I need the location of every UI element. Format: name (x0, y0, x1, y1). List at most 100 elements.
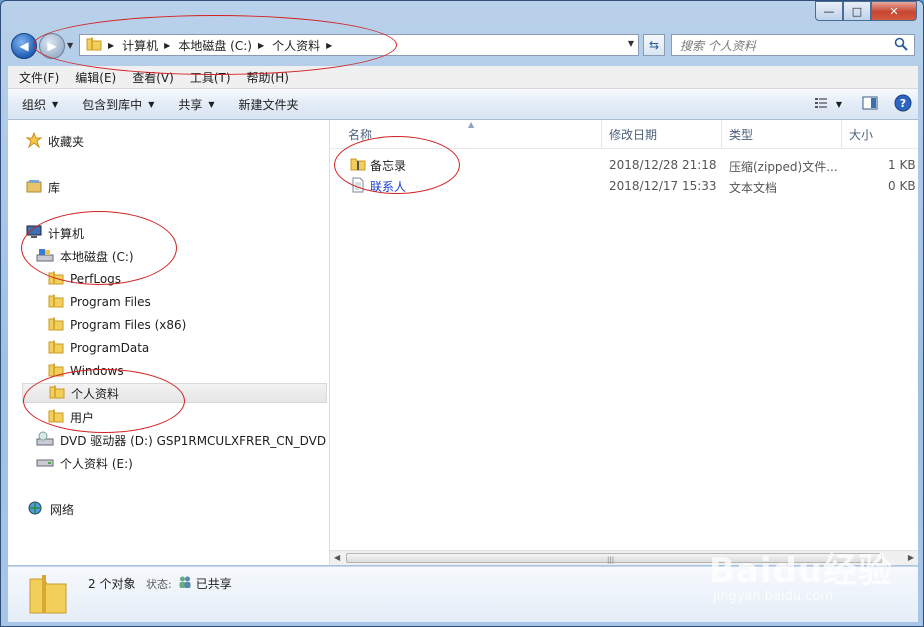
folder-label: 个人资料 (71, 386, 120, 401)
folder-icon (48, 317, 64, 334)
network-icon (26, 500, 44, 519)
breadcrumb-local-disk[interactable]: 本地磁盘 (C:) (178, 37, 252, 54)
tree-item-folder[interactable]: 用户 (48, 407, 94, 427)
folder-label: Program Files (70, 295, 151, 309)
file-name: 备忘录 (370, 159, 407, 173)
caption-buttons: — □ ✕ (815, 1, 917, 21)
include-library-label: 包含到库中 (82, 97, 143, 112)
tree-item-drive-e[interactable]: 个人资料 (E:) (36, 453, 133, 473)
organize-button[interactable]: 组织 ▼ (22, 96, 58, 113)
file-row[interactable]: 联系人 2018/12/17 15:33 文本文档 0 KB (330, 175, 918, 195)
search-input[interactable]: 搜索 个人资料 (680, 37, 894, 54)
command-bar: 组织 ▼ 包含到库中 ▼ 共享 ▼ 新建文件夹 ▼ ? (8, 89, 918, 120)
tree-item-computer[interactable]: 计算机 (26, 223, 84, 243)
chevron-right-icon[interactable]: ▶ (258, 41, 264, 50)
column-divider[interactable] (601, 120, 602, 148)
search-icon[interactable] (894, 37, 908, 54)
view-options-icon[interactable] (814, 96, 830, 113)
column-divider[interactable] (841, 120, 842, 148)
drive-e-label: 个人资料 (E:) (60, 456, 133, 471)
favorites-label: 收藏夹 (48, 134, 85, 149)
file-name-cell[interactable]: 备忘录 (350, 156, 406, 175)
new-folder-label: 新建文件夹 (238, 97, 299, 112)
address-bar[interactable]: ▶ 计算机 ▶ 本地磁盘 (C:) ▶ 个人资料 ▶ ▼ (79, 34, 639, 56)
tree-item-favorites[interactable]: 收藏夹 (25, 131, 85, 151)
libraries-label: 库 (48, 180, 61, 195)
column-divider[interactable] (721, 120, 722, 148)
chevron-right-icon[interactable]: ▶ (108, 41, 114, 50)
column-size[interactable]: 大小 (849, 126, 873, 143)
scroll-right-icon[interactable]: ▶ (908, 553, 914, 562)
recent-pages-dropdown[interactable]: ▼ (67, 41, 73, 50)
menu-help[interactable]: 帮助(H) (242, 69, 294, 86)
tree-item-local-disk[interactable]: 本地磁盘 (C:) (36, 246, 134, 266)
folder-icon (48, 340, 64, 357)
tree-item-folder[interactable]: Program Files (x86) (48, 315, 186, 335)
file-row[interactable]: 备忘录 2018/12/28 21:18 压缩(zipped)文件... 1 K… (330, 154, 918, 174)
zip-folder-icon (350, 156, 366, 175)
tree-item-folder[interactable]: Windows (48, 361, 124, 381)
search-box[interactable]: 搜索 个人资料 (671, 34, 915, 56)
column-type[interactable]: 类型 (729, 126, 753, 143)
scroll-left-icon[interactable]: ◀ (334, 553, 340, 562)
include-in-library-button[interactable]: 包含到库中 ▼ (82, 96, 154, 113)
file-name-cell[interactable]: 联系人 (350, 177, 406, 196)
file-name: 联系人 (370, 180, 407, 194)
tree-item-folder-selected[interactable]: 个人资料 (22, 383, 327, 403)
file-size: 0 KB (888, 179, 916, 193)
file-date: 2018/12/28 21:18 (609, 158, 717, 172)
navigation-pane: 收藏夹 库 计算机 本地磁盘 (C:) PerfLogs Program Fil… (8, 120, 330, 565)
minimize-button[interactable]: — (815, 1, 843, 21)
folder-label: Program Files (x86) (70, 318, 187, 332)
tree-item-folder[interactable]: PerfLogs (48, 269, 121, 289)
refresh-icon: ⇆ (648, 38, 660, 52)
column-name[interactable]: 名称 (348, 126, 372, 143)
shared-users-icon (178, 575, 192, 592)
chevron-right-icon[interactable]: ▶ (326, 41, 332, 50)
new-folder-button[interactable]: 新建文件夹 (239, 96, 299, 113)
share-label: 共享 (178, 97, 203, 112)
menu-file[interactable]: 文件(F) (14, 69, 64, 86)
folder-label: 用户 (70, 410, 95, 425)
close-button[interactable]: ✕ (871, 1, 917, 21)
menu-view[interactable]: 查看(V) (127, 69, 179, 86)
menu-tools[interactable]: 工具(T) (185, 69, 236, 86)
folder-icon (48, 294, 64, 311)
forward-button[interactable]: ▶ (39, 33, 65, 59)
column-date[interactable]: 修改日期 (609, 126, 657, 143)
watermark-url: jingyan.baidu.com (713, 589, 833, 604)
tree-item-libraries[interactable]: 库 (26, 177, 60, 197)
network-label: 网络 (50, 502, 75, 517)
chevron-right-icon[interactable]: ▶ (164, 41, 170, 50)
breadcrumb-personal-data[interactable]: 个人资料 (272, 37, 320, 54)
item-count: 2 个对象 (88, 577, 136, 591)
tree-item-dvd-drive[interactable]: DVD 驱动器 (D:) GSP1RMCULXFRER_CN_DVD (36, 430, 326, 450)
chevron-down-icon[interactable]: ▼ (836, 100, 842, 109)
address-history-dropdown[interactable]: ▼ (628, 39, 634, 48)
folder-icon (48, 271, 64, 288)
folder-label: PerfLogs (70, 272, 122, 286)
tree-item-folder[interactable]: ProgramData (48, 338, 149, 358)
back-button[interactable]: ◀ (11, 33, 37, 59)
help-icon[interactable]: ? (894, 94, 912, 115)
hard-drive-icon (36, 247, 54, 266)
tree-item-network[interactable]: 网络 (26, 499, 74, 519)
breadcrumb-computer[interactable]: 计算机 (122, 37, 158, 54)
hard-drive-icon (36, 454, 54, 473)
state-label: 状态: (146, 577, 172, 591)
file-type: 文本文档 (729, 181, 778, 195)
local-disk-label: 本地磁盘 (C:) (60, 249, 134, 264)
refresh-button[interactable]: ⇆ (643, 34, 665, 56)
share-button[interactable]: 共享 ▼ (178, 96, 214, 113)
file-list: ▲ 名称 修改日期 类型 大小 备忘录 2018/12/28 21:18 压缩(… (330, 120, 918, 565)
maximize-button[interactable]: □ (843, 1, 871, 21)
dvd-drive-label: DVD 驱动器 (D:) GSP1RMCULXFRER_CN_DVD (60, 433, 327, 448)
menu-bar: 文件(F) 编辑(E) 查看(V) 工具(T) 帮助(H) (8, 66, 918, 89)
sort-ascending-icon: ▲ (468, 120, 475, 129)
svg-text:?: ? (900, 97, 906, 110)
menu-edit[interactable]: 编辑(E) (70, 69, 121, 86)
preview-pane-icon[interactable] (862, 96, 878, 113)
library-icon (26, 178, 42, 197)
tree-item-folder[interactable]: Program Files (48, 292, 151, 312)
computer-icon (26, 224, 42, 243)
